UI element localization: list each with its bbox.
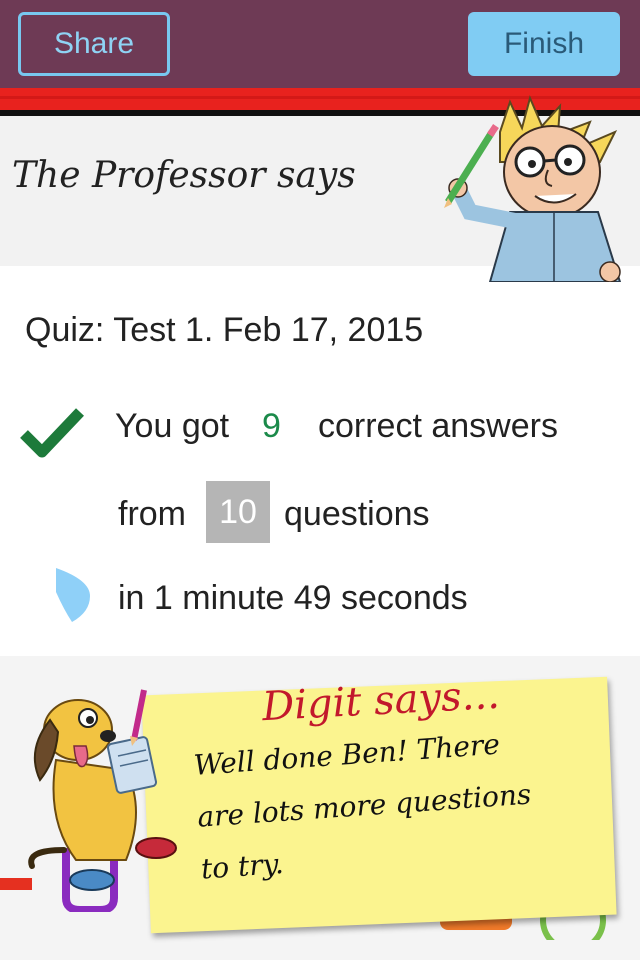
share-button[interactable]: Share bbox=[18, 12, 170, 76]
digit-dog-illustration bbox=[28, 689, 177, 891]
checkmark-icon bbox=[20, 408, 84, 458]
digit-message: Well done Ben! There are lots more quest… bbox=[192, 727, 533, 886]
professor-title: The Professor says bbox=[12, 155, 356, 196]
questions-label: questions bbox=[284, 495, 430, 533]
correct-count: 9 bbox=[262, 407, 281, 445]
time-taken: in 1 minute 49 seconds bbox=[118, 579, 468, 617]
question-count-badge: 10 bbox=[206, 481, 270, 543]
professor-illustration bbox=[444, 94, 622, 282]
finish-button[interactable]: Finish bbox=[468, 12, 620, 76]
you-got-label: You got bbox=[115, 407, 230, 445]
correct-answers-label: correct answers bbox=[318, 407, 558, 445]
timer-icon bbox=[56, 568, 90, 622]
quiz-title: Quiz: Test 1. Feb 17, 2015 bbox=[25, 311, 424, 349]
from-label: from bbox=[118, 495, 186, 533]
